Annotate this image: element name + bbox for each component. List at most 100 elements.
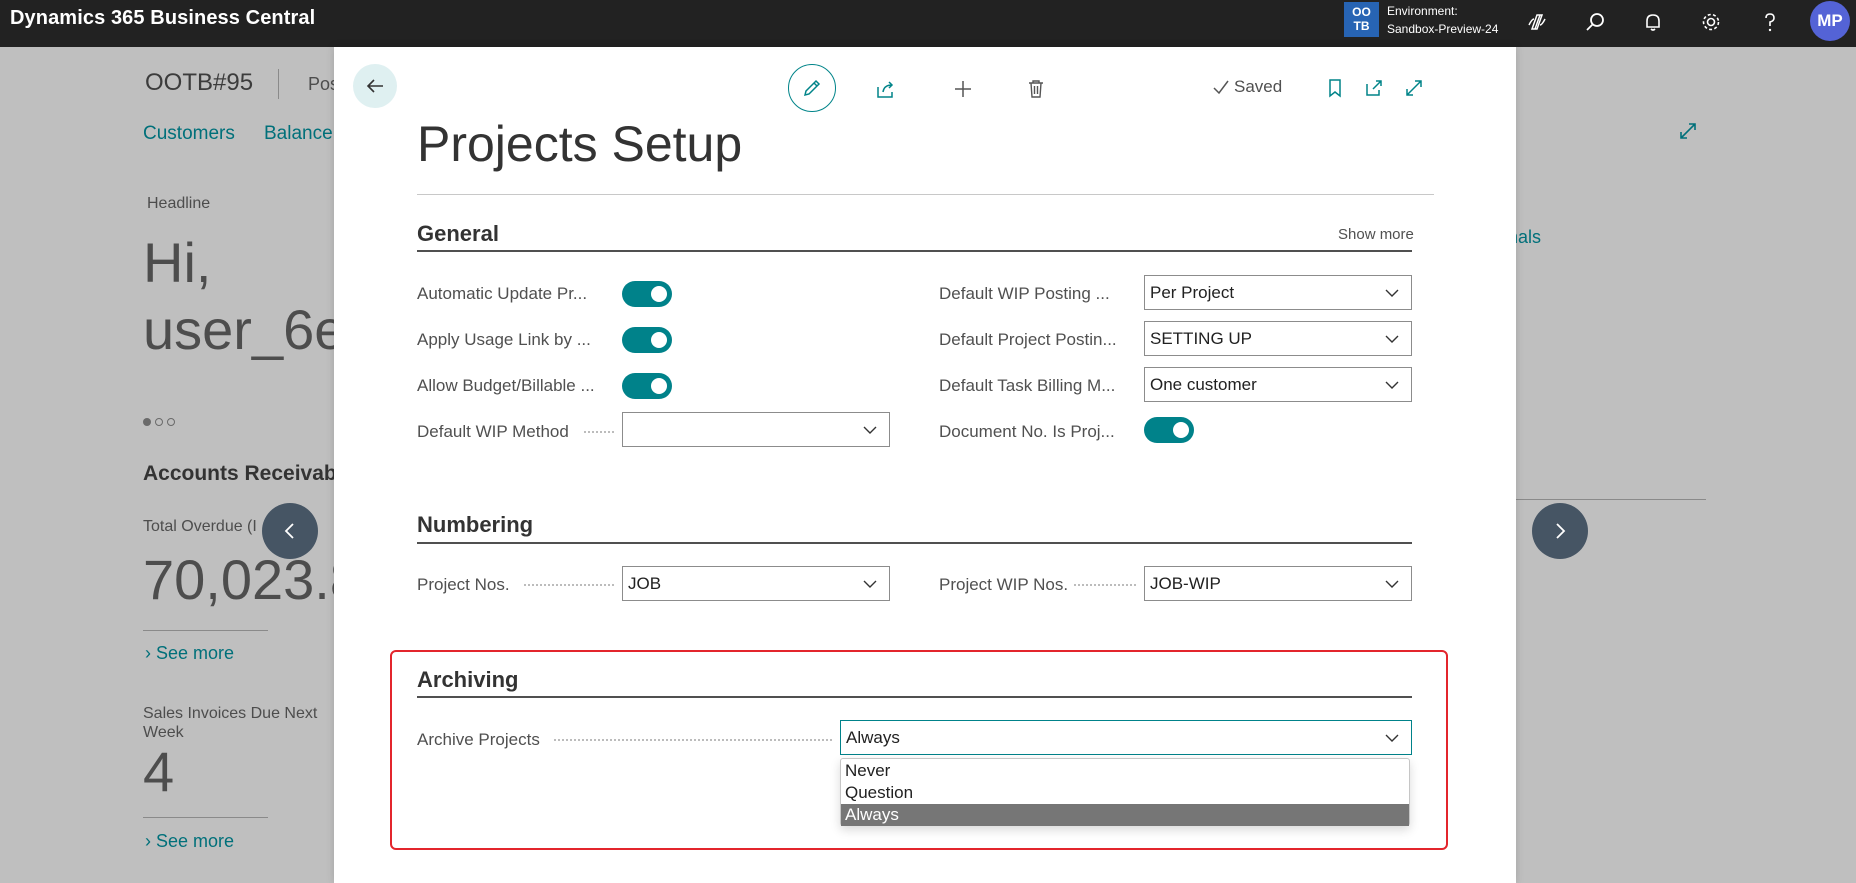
field-label-default-wip-method: Default WIP Method [417,422,569,441]
field-dots [584,431,614,433]
new-button[interactable] [949,75,977,103]
copilot-icon[interactable] [1521,6,1553,38]
field-label-project-nos: Project Nos. [417,575,510,594]
option-question[interactable]: Question [841,782,1409,804]
nav-customers[interactable]: Customers [143,123,235,145]
greeting-line2: user_6e [143,298,346,361]
env-badge-line1: OO [1352,5,1371,19]
app-brand[interactable]: Dynamics 365 Business Central [10,7,315,30]
environment-label: Environment: [1387,4,1458,18]
field-label-automatic-update: Automatic Update Pr... [417,284,588,303]
arrow-left-icon [366,79,383,93]
carousel-next-button[interactable] [1532,503,1588,559]
edit-button[interactable] [788,64,836,112]
field-label-default-project-posting: Default Project Postin... [939,330,1117,349]
section-general-title[interactable]: General [417,221,499,247]
env-badge-line2: TB [1353,19,1370,33]
chevron-down-icon [1385,335,1399,343]
environment-info[interactable]: Environment: Sandbox-Preview-24 [1387,2,1498,38]
checkmark-icon [1213,80,1229,95]
select-project-nos[interactable]: JOB [622,566,890,601]
carousel-dots[interactable] [143,418,175,426]
total-overdue-label: Total Overdue (I [143,518,257,535]
total-overdue-value[interactable]: 70,023.8 [143,547,361,612]
section-numbering-rule [417,542,1412,544]
search-icon[interactable] [1579,6,1611,38]
see-more-link-2[interactable]: › See more [145,831,234,852]
expand-icon[interactable] [1676,119,1700,143]
section-rule-right [1516,499,1706,500]
bell-icon[interactable] [1637,6,1669,38]
toggle-document-no-is-project[interactable] [1144,417,1194,443]
pencil-icon [803,79,821,97]
select-default-project-posting[interactable]: SETTING UP [1144,321,1412,356]
company-divider [278,69,279,99]
toggle-apply-usage-link[interactable] [622,327,672,353]
open-new-window-button[interactable] [1361,75,1387,101]
share-icon [877,81,894,98]
select-default-wip-method[interactable] [622,412,890,447]
section-general-rule [417,250,1412,252]
open-new-window-icon [1366,80,1382,96]
page-title: Projects Setup [417,116,743,172]
chevron-left-icon [284,523,294,539]
bookmark-button[interactable] [1322,75,1348,101]
chevron-down-icon [1385,580,1399,588]
field-label-default-task-billing: Default Task Billing M... [939,376,1116,395]
environment-name: Sandbox-Preview-24 [1387,22,1499,36]
select-value: One customer [1150,375,1257,394]
see-more-label-1: See more [156,643,235,663]
chevron-down-icon [1385,381,1399,389]
show-more-link[interactable]: Show more [1338,226,1414,243]
field-label-allow-budget-billable: Allow Budget/Billable ... [417,376,595,395]
section-accounts-receivable: Accounts Receivabl [143,462,343,485]
select-default-task-billing[interactable]: One customer [1144,367,1412,402]
bookmark-icon [1329,79,1341,98]
field-label-apply-usage-link: Apply Usage Link by ... [417,330,591,349]
company-name[interactable]: OOTB#95 [145,69,253,97]
title-divider [417,194,1434,195]
see-more-label-2: See more [156,831,235,851]
select-default-wip-posting[interactable]: Per Project [1144,275,1412,310]
chevron-right-icon [1556,523,1566,539]
sales-invoices-value[interactable]: 4 [143,739,174,804]
select-value: JOB-WIP [1150,574,1221,593]
user-avatar[interactable]: MP [1810,1,1850,41]
select-project-wip-nos[interactable]: JOB-WIP [1144,566,1412,601]
share-button[interactable] [872,75,900,103]
option-never[interactable]: Never [841,760,1409,782]
field-dots [524,584,614,586]
sales-invoices-label-1: Sales Invoices Due Next [143,705,318,722]
environment-badge[interactable]: OO TB [1344,2,1379,37]
select-value: Per Project [1150,283,1235,302]
field-label-document-no-is-project: Document No. Is Proj... [939,422,1115,441]
carousel-prev-button[interactable] [262,503,318,559]
chevron-down-icon [863,426,877,434]
headline-label: Headline [147,195,211,212]
see-more-link-1[interactable]: › See more [145,643,234,664]
nav-balance[interactable]: Balance [264,123,333,145]
saved-status: Saved [1212,77,1282,97]
overdue-rule [143,630,268,631]
section-numbering-title[interactable]: Numbering [417,512,533,538]
field-label-default-wip-posting: Default WIP Posting ... [939,284,1110,303]
saved-label: Saved [1234,77,1283,96]
help-icon[interactable] [1754,6,1786,38]
delete-button[interactable] [1022,75,1050,103]
toggle-allow-budget-billable[interactable] [622,373,672,399]
select-value: JOB [628,574,662,593]
toggle-automatic-update[interactable] [622,281,672,307]
field-label-project-wip-nos: Project WIP Nos. [939,575,1069,594]
expand-icon [1406,80,1422,96]
trash-icon [1029,80,1043,98]
greeting-line1: Hi, [143,231,212,294]
gear-icon[interactable] [1695,6,1727,38]
option-always[interactable]: Always [841,804,1409,826]
expand-dialog-button[interactable] [1401,75,1427,101]
invoices-rule [143,817,268,818]
top-bar: Dynamics 365 Business Central OO TB Envi… [0,0,1856,47]
back-button[interactable] [353,64,397,108]
chevron-down-icon [863,580,877,588]
plus-icon [955,81,971,97]
select-value: SETTING UP [1150,329,1253,348]
